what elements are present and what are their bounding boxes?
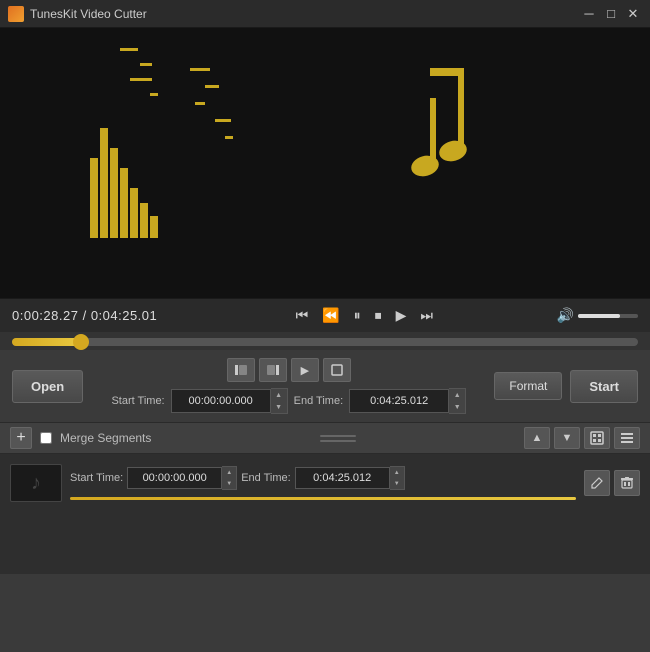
segment-tools: ▲ ▼ — [524, 427, 640, 449]
stop-button[interactable]: ⏹ — [371, 305, 386, 326]
segments-header: + Merge Segments ▲ ▼ — [0, 422, 650, 454]
drag-line — [320, 440, 356, 442]
seek-thumb[interactable] — [73, 334, 89, 350]
time-controls: ▶ Start Time: ▲ ▼ End Time: — [91, 358, 486, 414]
format-button[interactable]: Format — [494, 372, 562, 400]
merge-label: Merge Segments — [60, 431, 151, 445]
title-bar: TunesKit Video Cutter ─ □ ✕ — [0, 0, 650, 28]
eq-bar — [110, 148, 118, 238]
step-back-button[interactable]: ⏪ — [318, 305, 343, 326]
end-time-up[interactable]: ▲ — [449, 389, 465, 401]
seg-start-down[interactable]: ▼ — [222, 478, 236, 489]
seg-end-down[interactable]: ▼ — [390, 478, 404, 489]
seek-progress — [12, 338, 81, 346]
fast-forward-button[interactable]: ⏭ — [416, 305, 437, 326]
minimize-button[interactable]: ─ — [580, 5, 598, 23]
end-time-input-group: ▲ ▼ — [349, 388, 466, 414]
seek-track[interactable] — [12, 338, 638, 346]
eq-bar — [130, 188, 138, 238]
segment-item: ♪ Start Time: ▲ ▼ End Time: ▲ ▼ — [10, 460, 640, 506]
start-time-input-group: ▲ ▼ — [171, 388, 288, 414]
controls-row: Open ▶ Start Time: — [0, 350, 650, 422]
segment-thumbnail: ♪ — [10, 464, 62, 502]
end-time-input[interactable] — [349, 389, 449, 413]
segment-time-row: Start Time: ▲ ▼ End Time: ▲ ▼ — [70, 466, 576, 490]
drag-handle — [159, 435, 516, 442]
volume-slider[interactable] — [578, 314, 638, 318]
playback-controls: ⏮ ⏪ ⏸ ⏹ ▶ ⏭ — [172, 305, 557, 326]
seg-start-up[interactable]: ▲ — [222, 467, 236, 478]
current-time: 0:00:28.27 — [12, 308, 78, 323]
add-segment-button[interactable] — [323, 358, 351, 382]
equalizer-visual — [60, 148, 128, 258]
seg-end-input[interactable] — [295, 467, 390, 489]
scatter-dots — [120, 48, 158, 96]
end-time-down[interactable]: ▼ — [449, 401, 465, 413]
list-view-button[interactable] — [614, 427, 640, 449]
music-note-icon — [380, 58, 510, 191]
seg-start-spinners: ▲ ▼ — [222, 466, 237, 490]
maximize-button[interactable]: □ — [602, 5, 620, 23]
volume-icon: 🔊 — [557, 307, 574, 324]
drag-lines — [320, 435, 356, 442]
start-button[interactable]: Start — [570, 370, 638, 403]
start-time-up[interactable]: ▲ — [271, 389, 287, 401]
video-preview — [0, 28, 650, 298]
move-up-button[interactable]: ▲ — [524, 427, 550, 449]
close-button[interactable]: ✕ — [624, 5, 642, 23]
edit-segment-button[interactable] — [584, 470, 610, 496]
eq-bar — [90, 158, 98, 238]
time-display: 0:00:28.27 / 0:04:25.01 — [12, 308, 172, 323]
eq-bar — [150, 216, 158, 238]
app-icon — [8, 6, 24, 22]
status-bar: 0:00:28.27 / 0:04:25.01 ⏮ ⏪ ⏸ ⏹ ▶ ⏭ 🔊 — [0, 298, 650, 332]
eq-bar — [100, 128, 108, 238]
time-separator: / — [83, 308, 91, 323]
segment-list: ♪ Start Time: ▲ ▼ End Time: ▲ ▼ — [0, 454, 650, 574]
volume-area: 🔊 — [557, 307, 638, 324]
start-time-input[interactable] — [171, 389, 271, 413]
play-button[interactable]: ▶ — [392, 305, 411, 326]
segment-progress-bar — [70, 497, 576, 500]
end-time-label: End Time: — [294, 395, 344, 407]
end-time-spinners: ▲ ▼ — [449, 388, 466, 414]
move-down-button[interactable]: ▼ — [554, 427, 580, 449]
clip-end-button[interactable] — [259, 358, 287, 382]
start-time-down[interactable]: ▼ — [271, 401, 287, 413]
seg-end-label: End Time: — [241, 472, 291, 484]
scatter-dots-2 — [190, 68, 233, 139]
volume-fill — [578, 314, 620, 318]
seg-start-input[interactable] — [127, 467, 222, 489]
seg-start-input-group: ▲ ▼ — [127, 466, 237, 490]
clip-start-button[interactable] — [227, 358, 255, 382]
seg-end-spinners: ▲ ▼ — [390, 466, 405, 490]
app-title: TunesKit Video Cutter — [30, 7, 580, 21]
drag-line — [320, 435, 356, 437]
seek-area[interactable] — [0, 332, 650, 350]
merge-checkbox[interactable] — [40, 432, 52, 444]
start-time-label: Start Time: — [111, 395, 164, 407]
preview-button[interactable]: ▶ — [291, 358, 319, 382]
pause-button[interactable]: ⏸ — [350, 305, 365, 326]
window-controls: ─ □ ✕ — [580, 5, 642, 23]
add-segment-button[interactable]: + — [10, 427, 32, 449]
thumbnail-view-button[interactable] — [584, 427, 610, 449]
seg-start-label: Start Time: — [70, 472, 123, 484]
seg-end-up[interactable]: ▲ — [390, 467, 404, 478]
segment-action-buttons — [584, 470, 640, 496]
total-time: 0:04:25.01 — [91, 308, 157, 323]
open-button[interactable]: Open — [12, 370, 83, 403]
eq-bar — [140, 203, 148, 238]
seg-end-input-group: ▲ ▼ — [295, 466, 405, 490]
delete-segment-button[interactable] — [614, 470, 640, 496]
eq-bar — [120, 168, 128, 238]
start-time-spinners: ▲ ▼ — [271, 388, 288, 414]
skip-back-button[interactable]: ⏮ — [292, 305, 313, 326]
